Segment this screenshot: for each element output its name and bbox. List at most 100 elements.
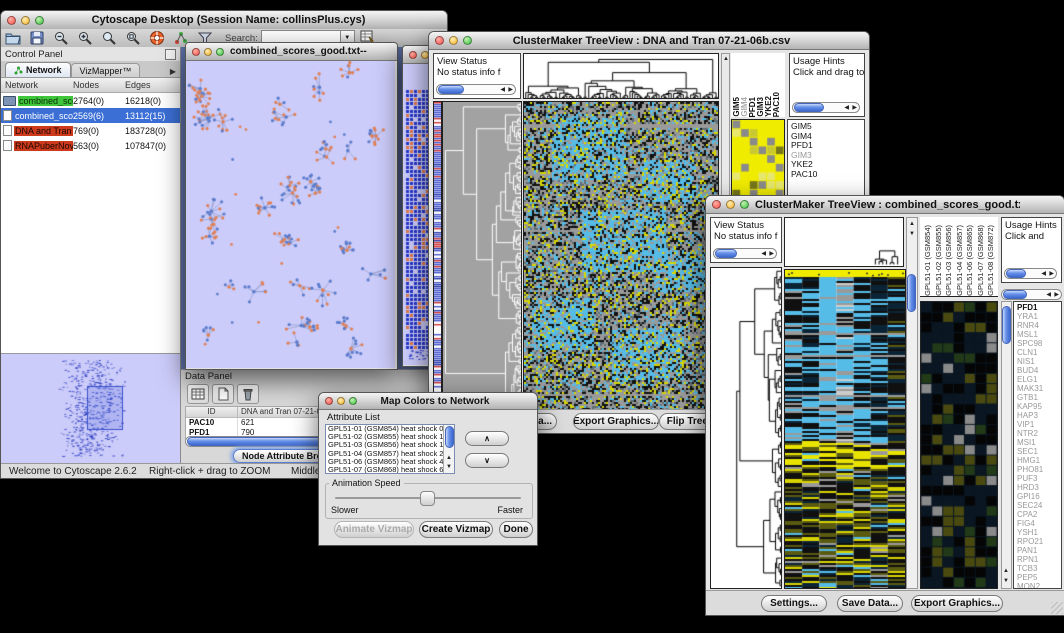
gene-list-item[interactable]: HMG1 <box>1017 456 1061 465</box>
gene-list-item[interactable]: NTR2 <box>1017 429 1061 438</box>
attribute-list-item[interactable]: GPL51-04 (GSM857) heat shock 20 min <box>326 450 454 458</box>
gene-list-item[interactable]: RPO21 <box>1017 537 1061 546</box>
attribute-list[interactable]: GPL51-01 (GSM854) heat shock 05 min GPL51… <box>325 424 455 474</box>
minimize-icon[interactable] <box>204 48 212 56</box>
tab-scroll-right-icon[interactable]: ▶ <box>170 67 180 77</box>
tv1-column-dendrogram[interactable] <box>523 53 719 99</box>
tv2-gene-list[interactable]: PFD1YRA1RNR4MSL1SPC98CLN1NIS1BUD4ELG1MAK… <box>1013 301 1062 589</box>
tv1-heatmap[interactable] <box>523 101 719 413</box>
tv2-column-dendrogram[interactable] <box>784 217 904 267</box>
gene-list-item[interactable]: BUD4 <box>1017 366 1061 375</box>
gene-list-item[interactable]: GIM4 <box>791 132 864 142</box>
gene-list-item[interactable]: RPN1 <box>1017 555 1061 564</box>
zoom-in-icon[interactable] <box>73 27 97 49</box>
gene-list-item[interactable]: PFD1 <box>791 141 864 151</box>
close-icon[interactable] <box>409 51 417 59</box>
zoom-window-icon[interactable] <box>35 16 44 25</box>
gene-list-item[interactable]: SPC98 <box>1017 339 1061 348</box>
zoom-window-icon[interactable] <box>740 200 749 209</box>
attribute-list-item[interactable]: GPL51-07 (GSM868) heat shock 60 min <box>326 466 454 474</box>
gene-list-item[interactable]: GPI16 <box>1017 492 1061 501</box>
tv2-vertical-scrollbar[interactable]: ▲ ▼ <box>906 217 918 589</box>
network-list-row[interactable]: combined_scores2764(0)16218(0) <box>1 93 180 108</box>
zoom-out-icon[interactable] <box>49 27 73 49</box>
tv2-hints-hscrollbar[interactable]: ◀▶ <box>1004 268 1057 279</box>
network-list-row[interactable]: combined_sco2569(6)13112(15) <box>1 108 180 123</box>
network-list-row[interactable]: DNA and Tran 07769(0)183728(0) <box>1 123 180 138</box>
attribute-list-item[interactable]: GPL51-01 (GSM854) heat shock 05 min <box>326 425 454 433</box>
gene-list-item[interactable]: MSI1 <box>1017 438 1061 447</box>
gene-list-item[interactable]: YKE2 <box>791 160 864 170</box>
gene-list-item[interactable]: YSH1 <box>1017 528 1061 537</box>
attribute-list-item[interactable]: GPL51-06 (GSM865) heat shock 40 min <box>326 458 454 466</box>
tab-vizmapper[interactable]: VizMapper™ <box>71 63 141 77</box>
gene-list-item[interactable]: PUF3 <box>1017 474 1061 483</box>
gene-list-item[interactable]: HRD3 <box>1017 483 1061 492</box>
create-vizmap-button[interactable]: Create Vizmap <box>419 521 493 538</box>
tv2-heatmap[interactable] <box>784 269 906 589</box>
col-edges[interactable]: Edges <box>125 80 180 90</box>
gene-list-item[interactable]: YRA1 <box>1017 312 1061 321</box>
zoom-selected-icon[interactable] <box>121 27 145 49</box>
treeview2-titlebar[interactable]: ClusterMaker TreeView : combined_scores_… <box>706 196 1064 214</box>
float-panel-icon[interactable] <box>165 49 176 60</box>
minimize-icon[interactable] <box>337 397 345 405</box>
data-col-id[interactable]: ID <box>186 407 238 417</box>
zoom-window-icon[interactable] <box>463 36 472 45</box>
save-data-button[interactable]: Save Data... <box>837 595 903 612</box>
save-icon[interactable] <box>25 27 49 49</box>
close-icon[interactable] <box>7 16 16 25</box>
gene-list-item[interactable]: GIM5 <box>791 122 864 132</box>
close-icon[interactable] <box>712 200 721 209</box>
gene-list-item[interactable]: FIG4 <box>1017 519 1061 528</box>
zoom-window-icon[interactable] <box>216 48 224 56</box>
close-icon[interactable] <box>192 48 200 56</box>
col-nodes[interactable]: Nodes <box>73 80 125 90</box>
gene-list-item[interactable]: MAK31 <box>1017 384 1061 393</box>
tv2-zoom-heatmap[interactable] <box>920 301 998 589</box>
settings-button[interactable]: Settings... <box>761 595 827 612</box>
gene-list-item[interactable]: GTB1 <box>1017 393 1061 402</box>
gene-list-item[interactable]: TCB3 <box>1017 564 1061 573</box>
tv1-hints-hscrollbar[interactable]: ◀▶ <box>792 102 860 113</box>
treeview1-titlebar[interactable]: ClusterMaker TreeView : DNA and Tran 07-… <box>429 32 869 50</box>
gene-list-item[interactable]: PAC10 <box>791 170 864 180</box>
new-doc-icon[interactable] <box>212 384 234 404</box>
network-overview[interactable] <box>1 353 180 463</box>
animate-vizmap-button[interactable]: Animate Vizmap <box>334 521 414 538</box>
zoom-window-icon[interactable] <box>349 397 357 405</box>
close-icon[interactable] <box>435 36 444 45</box>
gene-list-item[interactable]: SEC24 <box>1017 501 1061 510</box>
col-network[interactable]: Network <box>1 80 73 90</box>
attribute-list-vscrollbar[interactable]: ▲ ▼ <box>443 425 454 473</box>
tv2-genelist-hscrollbar[interactable]: ◀▶ <box>1001 289 1062 300</box>
move-up-button[interactable]: ∧ <box>465 431 509 446</box>
gene-list-item[interactable]: MSL1 <box>1017 330 1061 339</box>
export-graphics-button[interactable]: Export Graphics... <box>911 595 1003 612</box>
animation-slider-thumb[interactable] <box>420 491 435 506</box>
gene-list-item[interactable]: MON2 <box>1017 582 1061 589</box>
gene-list-item[interactable]: PEP5 <box>1017 573 1061 582</box>
network-overview-canvas[interactable] <box>1 354 178 461</box>
gene-list-item[interactable]: NIS1 <box>1017 357 1061 366</box>
gene-list-item[interactable]: ELG1 <box>1017 375 1061 384</box>
gene-list-item[interactable]: VIP1 <box>1017 420 1061 429</box>
gene-list-item[interactable]: RNR4 <box>1017 321 1061 330</box>
tv1-status-hscrollbar[interactable]: ◀▶ <box>436 84 516 95</box>
zoom-fit-icon[interactable] <box>97 27 121 49</box>
tv1-row-dendrogram[interactable] <box>442 101 522 413</box>
gene-list-item[interactable]: HAP3 <box>1017 411 1061 420</box>
gene-list-item[interactable]: PAN1 <box>1017 546 1061 555</box>
gene-list-item[interactable]: PFD1 <box>1017 303 1061 312</box>
tv2-row-dendrogram[interactable] <box>710 267 782 589</box>
network-view-titlebar[interactable]: combined_scores_good.txt--cluste... <box>186 43 397 61</box>
attribute-list-item[interactable]: GPL51-03 (GSM856) heat shock 15 min <box>326 441 454 449</box>
resize-grip[interactable] <box>1051 602 1063 614</box>
minimize-icon[interactable] <box>21 16 30 25</box>
gene-list-item[interactable]: KAP95 <box>1017 402 1061 411</box>
gene-list-item[interactable]: CPA2 <box>1017 510 1061 519</box>
network-view-canvas[interactable] <box>186 61 395 368</box>
gene-list-item[interactable]: CLN1 <box>1017 348 1061 357</box>
gene-list-item[interactable]: SEC1 <box>1017 447 1061 456</box>
close-icon[interactable] <box>325 397 333 405</box>
